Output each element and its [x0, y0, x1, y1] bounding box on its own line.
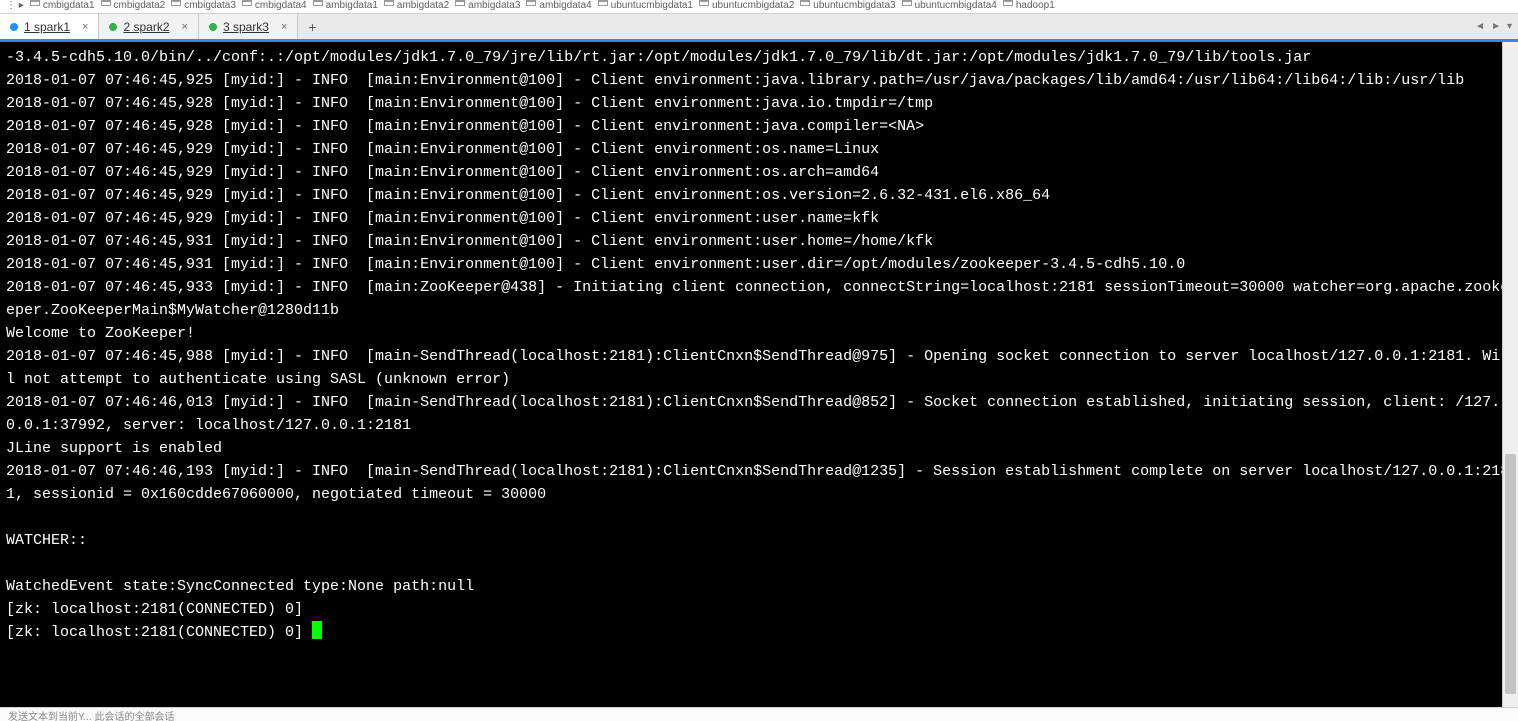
bookmark-folder-icon: [171, 0, 181, 6]
tab-status-dot-icon: [10, 23, 18, 31]
tab-label: 1 spark1: [24, 20, 70, 34]
bookmark-label: ubuntucmbigdata2: [712, 0, 794, 11]
bookmark-label: hadoop1: [1016, 0, 1055, 11]
tab-scroll-left-button[interactable]: ◄: [1473, 19, 1487, 34]
bookmark-label: ubuntucmbigdata4: [915, 0, 997, 11]
bookmark-label: cmbigdata2: [114, 0, 166, 11]
bookmark-folder-icon: [313, 0, 323, 6]
bookmark-item[interactable]: ubuntucmbigdata1: [598, 0, 693, 11]
tab-overflow-controls: ◄ ► ▾: [1473, 14, 1514, 39]
bookmark-item[interactable]: cmbigdata4: [242, 0, 307, 11]
bookmark-label: cmbigdata1: [43, 0, 95, 11]
bookmark-folder-icon: [800, 0, 810, 6]
tab-scroll-right-button[interactable]: ►: [1489, 19, 1503, 34]
tab-label: 3 spark3: [223, 20, 269, 34]
bookmark-bar: ⋮ ▸ cmbigdata1 cmbigdata2 cmbigdata3 cmbigd…: [0, 0, 1518, 14]
status-bar: 发送文本到当前Y... 此会话的全部会话: [0, 707, 1518, 721]
bookmark-item[interactable]: ubuntucmbigdata2: [699, 0, 794, 11]
close-tab-icon[interactable]: ×: [281, 21, 287, 33]
tab-strip: 1 spark1 × 2 spark2 × 3 spark3 × + ◄ ► ▾: [0, 14, 1518, 42]
terminal-panel: -3.4.5-cdh5.10.0/bin/../conf:.:/opt/modu…: [0, 42, 1518, 707]
tab-label: 2 spark2: [123, 20, 169, 34]
bookmark-item[interactable]: ambigdata3: [455, 0, 520, 11]
bookmark-folder-icon: [902, 0, 912, 6]
bookmark-folder-icon: [598, 0, 608, 6]
new-tab-button[interactable]: +: [298, 14, 326, 39]
bookmark-label: ambigdata4: [539, 0, 591, 11]
bookmark-item[interactable]: ambigdata2: [384, 0, 449, 11]
bookmark-item[interactable]: cmbigdata1: [30, 0, 95, 11]
bookmark-label: ambigdata1: [326, 0, 378, 11]
bookmark-item[interactable]: ambigdata1: [313, 0, 378, 11]
terminal-output[interactable]: -3.4.5-cdh5.10.0/bin/../conf:.:/opt/modu…: [0, 42, 1518, 707]
tab-status-dot-icon: [209, 23, 217, 31]
bookmark-folder-icon: [242, 0, 252, 6]
session-tab[interactable]: 3 spark3 ×: [199, 14, 298, 39]
bookmark-label: cmbigdata3: [184, 0, 236, 11]
bookmark-folder-icon: [30, 0, 40, 6]
bookmark-item[interactable]: ubuntucmbigdata3: [800, 0, 895, 11]
bookmark-label: ubuntucmbigdata3: [813, 0, 895, 11]
scrollbar-thumb[interactable]: [1505, 454, 1516, 693]
close-tab-icon[interactable]: ×: [82, 21, 88, 33]
bookmark-folder-icon: [384, 0, 394, 6]
bookmark-folder-icon: [699, 0, 709, 6]
status-text: 发送文本到当前Y... 此会话的全部会话: [8, 712, 175, 721]
bookmark-label: cmbigdata4: [255, 0, 307, 11]
bookmark-item[interactable]: ubuntucmbigdata4: [902, 0, 997, 11]
plus-icon: +: [308, 19, 316, 35]
bookmark-folder-icon: [526, 0, 536, 6]
bookmark-item[interactable]: cmbigdata2: [101, 0, 166, 11]
tab-status-dot-icon: [109, 23, 117, 31]
bookmark-label: ubuntucmbigdata1: [611, 0, 693, 11]
bookmark-folder-icon: [455, 0, 465, 6]
bookmark-item[interactable]: ambigdata4: [526, 0, 591, 11]
bookmark-label: ambigdata3: [468, 0, 520, 11]
session-tab[interactable]: 2 spark2 ×: [99, 14, 198, 39]
bookmark-item[interactable]: hadoop1: [1003, 0, 1055, 11]
bookmark-folder-icon: [101, 0, 111, 6]
bookmark-folder-icon: [1003, 0, 1013, 6]
tab-list-menu-button[interactable]: ▾: [1505, 19, 1514, 34]
terminal-scrollbar[interactable]: [1502, 42, 1518, 707]
bookmark-item[interactable]: cmbigdata3: [171, 0, 236, 11]
window-menu-icon[interactable]: ⋮ ▸: [6, 0, 24, 11]
session-tab[interactable]: 1 spark1 ×: [0, 14, 99, 39]
close-tab-icon[interactable]: ×: [182, 21, 188, 33]
terminal-cursor: [312, 621, 322, 639]
bookmark-label: ambigdata2: [397, 0, 449, 11]
